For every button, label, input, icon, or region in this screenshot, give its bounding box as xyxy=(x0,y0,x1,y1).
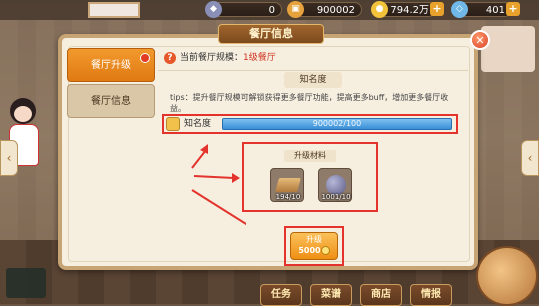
upgrade-label: 升级 xyxy=(306,235,322,244)
tab-label: 餐厅信息 xyxy=(91,96,131,107)
material-count: 194/10 xyxy=(275,193,301,201)
gold-value: 794.2万 xyxy=(390,5,429,16)
materials-title: 升级材料 xyxy=(284,150,336,162)
arrowhead-icon xyxy=(232,173,240,183)
chest-counter: ▣ 900002 xyxy=(287,1,362,18)
upgrade-cost-row: 5000 xyxy=(291,246,337,256)
chevron-right-icon[interactable]: ‹ xyxy=(521,140,539,176)
tips-text: tips：提升餐厅规模可解锁获得更多餐厅功能，提高更多buff，增加更多餐厅收益… xyxy=(170,93,449,113)
material-slot-stone[interactable]: 1001/10 xyxy=(318,168,352,202)
nav-recipes[interactable]: 菜谱 xyxy=(310,284,352,306)
chest-value: 900002 xyxy=(316,5,355,16)
upgrade-cost: 5000 xyxy=(298,246,321,255)
nav-shop[interactable]: 商店 xyxy=(360,284,402,306)
gem-icon: ◆ xyxy=(205,1,222,18)
arrow-to-materials xyxy=(193,175,235,179)
nav-intel[interactable]: 情报 xyxy=(410,284,452,306)
current-scale-row: ? 当前餐厅规模：1级餐厅 xyxy=(164,50,276,66)
tab-label: 餐厅升级 xyxy=(91,60,131,71)
top-resource-bar: ◆ 0 ▣ 900002 ● 794.2万 + ◇ 401 + xyxy=(0,0,539,20)
current-scale-value: 1级餐厅 xyxy=(243,53,276,63)
fame-label: 知名度 xyxy=(184,119,212,129)
material-slot-wood[interactable]: 194/10 xyxy=(270,168,304,202)
fame-section-header: 知名度 xyxy=(284,72,342,88)
fame-icon xyxy=(166,117,180,131)
close-button[interactable]: ✕ xyxy=(470,30,490,50)
coin-icon xyxy=(320,246,330,255)
fame-progress-bar: 900002/100 xyxy=(222,118,452,130)
add-gold-button[interactable]: + xyxy=(430,2,444,16)
upgrade-materials-box: 升级材料 194/10 1001/10 xyxy=(242,142,378,212)
fame-progress-value: 900002/100 xyxy=(312,119,362,128)
tab-restaurant-upgrade[interactable]: 餐厅升级 xyxy=(67,48,155,82)
question-icon[interactable]: ? xyxy=(164,51,176,64)
upgrade-button[interactable]: 升级 5000 xyxy=(290,232,338,260)
wood-plank-icon xyxy=(275,178,301,192)
diamond-counter: ◇ 401 + xyxy=(451,1,520,18)
upgrade-button-highlight: 升级 5000 xyxy=(284,226,344,266)
diamond-icon: ◇ xyxy=(451,1,468,18)
bottom-navigation: 任务 菜谱 商店 情报 xyxy=(150,282,470,306)
nav-task[interactable]: 任务 xyxy=(260,284,302,306)
notification-dot xyxy=(140,53,150,63)
gem-value: 0 xyxy=(268,5,275,16)
gold-counter: ● 794.2万 + xyxy=(371,1,444,18)
arrow-to-fame xyxy=(191,149,207,169)
tab-restaurant-info[interactable]: 餐厅信息 xyxy=(67,84,155,118)
chef-menu-button[interactable] xyxy=(476,246,538,306)
timer-panel xyxy=(6,268,46,298)
ticket-machine[interactable] xyxy=(481,26,535,72)
fame-progress-row: 知名度 900002/100 xyxy=(162,114,458,134)
chevron-left-icon[interactable]: ‹ xyxy=(0,140,18,176)
chest-icon: ▣ xyxy=(287,1,304,18)
gem-counter: ◆ 0 xyxy=(205,1,282,18)
framed-picture xyxy=(88,2,140,18)
guide-arrows xyxy=(191,144,246,226)
add-diamond-button[interactable]: + xyxy=(506,2,520,16)
panel-title: 餐厅信息 xyxy=(218,24,324,44)
material-count: 1001/10 xyxy=(321,193,351,201)
arrow-to-upgrade xyxy=(191,189,246,226)
divider xyxy=(158,70,468,71)
coin-icon: ● xyxy=(371,1,388,18)
current-scale-label: 当前餐厅规模： xyxy=(180,53,244,63)
diamond-value: 401 xyxy=(485,5,505,16)
